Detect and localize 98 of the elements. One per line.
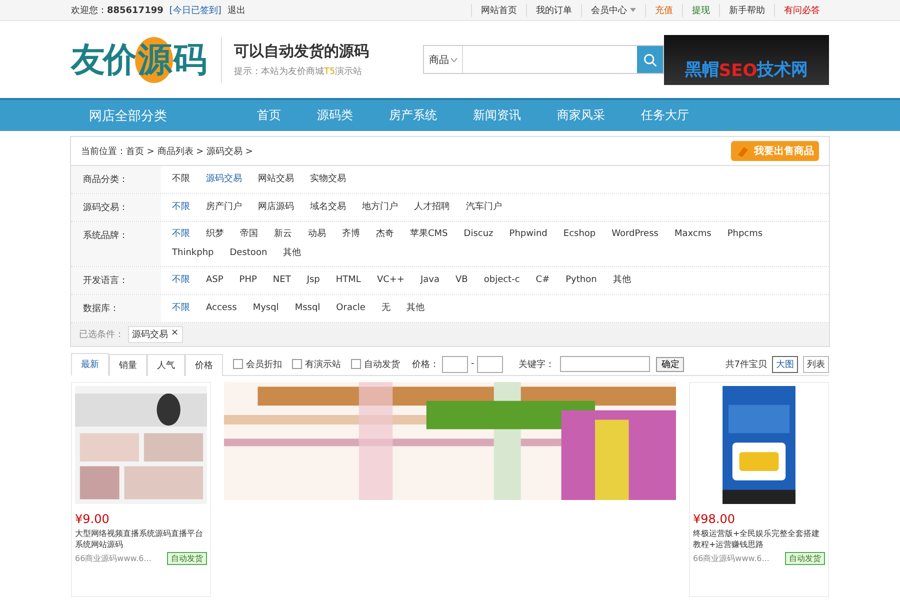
- logout-link[interactable]: 退出: [227, 4, 246, 16]
- filter-option[interactable]: 实物交易: [303, 170, 353, 189]
- filter-option[interactable]: WordPress: [604, 225, 666, 244]
- sort-tab[interactable]: 人气: [147, 354, 185, 376]
- product-price: ¥98.00: [693, 512, 736, 526]
- top-link[interactable]: 提现: [682, 4, 719, 16]
- product-title[interactable]: 终极运营版+全民娱乐完整全套搭建教程+运营赚钱思路: [693, 528, 825, 550]
- min-price-field[interactable]: [442, 356, 468, 372]
- slogan: 可以自动发货的源码: [234, 42, 369, 60]
- filter-option[interactable]: Python: [558, 271, 604, 290]
- filter-checkbox[interactable]: 自动发货: [351, 358, 400, 370]
- keyword-field[interactable]: [560, 356, 650, 372]
- product-card[interactable]: ¥98.00 终极运营版+全民娱乐完整全套搭建教程+运营赚钱思路 66商业源码www.6... 自动发货: [689, 382, 829, 597]
- filter-option[interactable]: 地方门户: [355, 198, 405, 217]
- filter-option[interactable]: 织梦: [199, 225, 231, 244]
- filter-option[interactable]: 无: [374, 299, 398, 318]
- ad-banner[interactable]: 黑帽SEO技术网: [664, 34, 829, 84]
- filter-label: 商品分类：: [71, 166, 161, 193]
- filter-option[interactable]: 汽车门户: [459, 198, 509, 217]
- filter-option[interactable]: 网站交易: [251, 170, 301, 189]
- auto-delivery-badge: 自动发货: [785, 552, 825, 565]
- filter-option[interactable]: 不限: [165, 225, 197, 244]
- product-title[interactable]: 大型网络视频直播系统源码直播平台系统网站源码: [75, 528, 207, 550]
- chosen-tag[interactable]: 源码交易 ×: [128, 326, 183, 343]
- filter-option[interactable]: 源码交易: [199, 170, 249, 189]
- item-count: 共7件宝贝: [725, 358, 767, 370]
- view-toggle[interactable]: 大图: [772, 356, 798, 372]
- filter-option[interactable]: 其他: [276, 244, 308, 263]
- dash-text: -: [471, 359, 474, 369]
- tag-icon: [736, 145, 750, 157]
- filter-option[interactable]: Access: [199, 299, 244, 318]
- filter-option[interactable]: 域名交易: [303, 198, 353, 217]
- product-price: ¥9.00: [75, 512, 110, 526]
- filter-label: 源码交易：: [71, 194, 161, 221]
- filter-option[interactable]: 房产门户: [199, 198, 249, 217]
- filter-option[interactable]: 杰奇: [369, 225, 401, 244]
- top-link[interactable]: 会员中心: [581, 4, 645, 16]
- filter-option[interactable]: object-c: [476, 271, 527, 290]
- top-link[interactable]: 有问必答: [774, 4, 829, 16]
- breadcrumb: 当前位置：首页 > 商品列表 > 源码交易 >: [81, 146, 253, 158]
- welcome-text: 欢迎您：885617199: [71, 4, 164, 16]
- top-link[interactable]: 网站首页: [471, 4, 526, 16]
- filter-option[interactable]: 帝国: [233, 225, 265, 244]
- price-label: 价格：: [412, 358, 439, 370]
- max-price-field[interactable]: [477, 356, 504, 372]
- filter-label: 系统品牌：: [71, 222, 161, 266]
- tip-text: 提示：本站为友价商城T5演示站: [234, 66, 364, 78]
- filter-option[interactable]: VB: [448, 271, 475, 290]
- filter-option[interactable]: 新云: [267, 225, 299, 244]
- filter-option[interactable]: 其他: [606, 271, 638, 290]
- chosen-label: 已选条件：: [79, 328, 124, 341]
- filter-option[interactable]: Destoon: [222, 244, 274, 263]
- filter-option[interactable]: 不限: [165, 299, 197, 318]
- filter-option[interactable]: Java: [413, 271, 446, 290]
- filter-checkbox[interactable]: 会员折扣: [233, 358, 282, 370]
- sort-tab[interactable]: 销量: [109, 354, 147, 376]
- filter-option[interactable]: Mssql: [288, 299, 328, 318]
- filter-checkbox[interactable]: 有演示站: [292, 358, 341, 370]
- filter-option[interactable]: 不限: [165, 170, 197, 189]
- filter-option[interactable]: Phpcms: [720, 225, 770, 244]
- auto-delivery-badge: 自动发货: [167, 552, 207, 565]
- filter-option[interactable]: 不限: [165, 271, 197, 290]
- filter-option[interactable]: NET: [266, 271, 298, 290]
- filter-option[interactable]: 其他: [399, 299, 432, 318]
- shop-name[interactable]: 66商业源码www.6...: [75, 553, 152, 564]
- filter-option[interactable]: Discuz: [456, 225, 500, 244]
- product-card[interactable]: ¥9.00 大型网络视频直播系统源码直播平台系统网站源码 66商业源码www.6... 自动发货: [71, 382, 211, 597]
- filter-option[interactable]: Thinkphp: [165, 244, 221, 263]
- filter-option[interactable]: C#: [528, 271, 557, 290]
- filter-option[interactable]: Jsp: [300, 271, 327, 290]
- shop-name[interactable]: 66商业源码www.6...: [693, 553, 770, 564]
- keyword-label: 关键字：: [518, 358, 554, 370]
- sort-tab[interactable]: 价格: [185, 354, 223, 376]
- filter-option[interactable]: 人才招聘: [407, 198, 457, 217]
- top-link[interactable]: 我的订单: [526, 4, 581, 16]
- filter-option[interactable]: 不限: [165, 198, 197, 217]
- filter-option[interactable]: Mysql: [246, 299, 286, 318]
- top-link[interactable]: 新手帮助: [719, 4, 774, 16]
- filter-option[interactable]: Ecshop: [556, 225, 603, 244]
- filter-option[interactable]: 动易: [301, 225, 333, 244]
- filter-option[interactable]: VC++: [370, 271, 412, 290]
- filter-option[interactable]: HTML: [328, 271, 368, 290]
- filter-option[interactable]: 网店源码: [251, 198, 301, 217]
- filter-option[interactable]: Maxcms: [667, 225, 718, 244]
- filter-option[interactable]: Phpwind: [502, 225, 554, 244]
- view-toggle[interactable]: 列表: [803, 356, 829, 372]
- caret-icon: [630, 8, 636, 12]
- sort-tab[interactable]: 最新: [71, 353, 109, 376]
- filter-option[interactable]: 齐博: [335, 225, 367, 244]
- filter-option[interactable]: ASP: [199, 271, 230, 290]
- checkin-link[interactable]: [今日已签到]: [169, 4, 222, 16]
- confirm-button[interactable]: 确定: [656, 356, 684, 372]
- filter-option[interactable]: PHP: [232, 271, 264, 290]
- filter-label: 数据库：: [71, 295, 161, 322]
- filter-option[interactable]: Oracle: [329, 299, 372, 318]
- site-logo[interactable]: 友价源码: [71, 36, 222, 82]
- filter-option[interactable]: 苹果CMS: [403, 225, 455, 244]
- filter-label: 开发语言：: [71, 267, 161, 294]
